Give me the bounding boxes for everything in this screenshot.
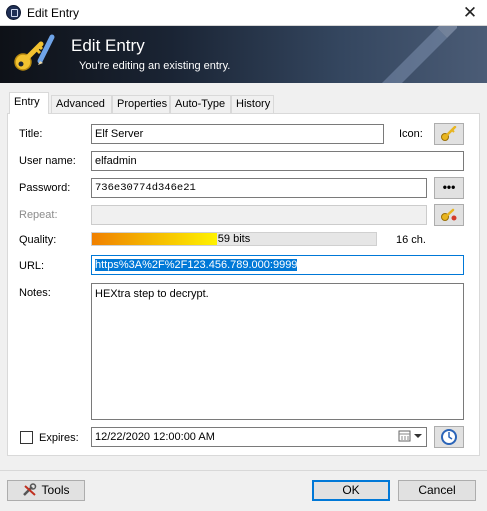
expiry-presets-button[interactable] bbox=[434, 426, 464, 448]
tools-button-label: Tools bbox=[41, 483, 70, 497]
repeat-password-input bbox=[91, 205, 427, 225]
password-length: 16 ch. bbox=[396, 234, 426, 246]
repeat-label: Repeat: bbox=[19, 209, 58, 221]
url-selected-text: https%3A%2F%2F123.456.789.000:9999 bbox=[95, 259, 298, 271]
banner-title: Edit Entry bbox=[71, 36, 145, 55]
ok-button[interactable]: OK bbox=[312, 480, 390, 501]
password-generator-button[interactable] bbox=[434, 204, 464, 226]
key-pencil-icon bbox=[14, 34, 55, 71]
expiry-date-text: 12/22/2020 12:00:00 AM bbox=[95, 431, 215, 443]
expires-checkbox[interactable] bbox=[20, 431, 33, 444]
tab-auto-type[interactable]: Auto-Type bbox=[170, 95, 231, 113]
password-input[interactable]: 736e30774d346e21 bbox=[91, 178, 427, 198]
header-banner: Edit Entry You're editing an existing en… bbox=[0, 26, 487, 83]
calendar-dropdown-icon[interactable] bbox=[397, 428, 423, 446]
tools-icon bbox=[23, 483, 37, 496]
tab-advanced[interactable]: Advanced bbox=[51, 95, 112, 113]
close-icon[interactable]: ✕ bbox=[453, 0, 487, 26]
clock-icon bbox=[441, 429, 457, 445]
footer-separator bbox=[0, 470, 487, 471]
title-input[interactable]: Elf Server bbox=[91, 124, 384, 144]
cancel-button[interactable]: Cancel bbox=[398, 480, 476, 501]
url-label: URL: bbox=[19, 260, 45, 272]
banner-decoration-icon bbox=[382, 26, 457, 83]
title-label: Title: bbox=[19, 128, 43, 140]
banner-subtitle: You're editing an existing entry. bbox=[79, 60, 231, 72]
key-icon bbox=[441, 125, 457, 141]
expiry-date-picker[interactable]: 12/22/2020 12:00:00 AM bbox=[91, 427, 427, 447]
url-input[interactable]: https%3A%2F%2F123.456.789.000:9999 bbox=[91, 255, 464, 275]
tab-properties[interactable]: Properties bbox=[112, 95, 170, 113]
quality-bits-text: 59 bits bbox=[217, 233, 251, 245]
window-title: Edit Entry bbox=[27, 6, 80, 20]
entry-icon-button[interactable] bbox=[434, 123, 464, 145]
expires-label: Expires: bbox=[39, 432, 79, 444]
quality-label: Quality: bbox=[19, 234, 57, 246]
keepass-lock-icon bbox=[6, 5, 21, 20]
username-label: User name: bbox=[19, 155, 76, 167]
password-quality-bar: 59 bits bbox=[91, 232, 377, 246]
tab-history[interactable]: History bbox=[231, 95, 274, 113]
icon-label: Icon: bbox=[399, 128, 423, 140]
tools-button[interactable]: Tools bbox=[7, 480, 85, 501]
username-input[interactable]: elfadmin bbox=[91, 151, 464, 171]
tab-entry[interactable]: Entry bbox=[9, 92, 49, 114]
password-label: Password: bbox=[19, 182, 71, 194]
notes-textarea[interactable]: HEXtra step to decrypt. bbox=[91, 283, 464, 420]
notes-label: Notes: bbox=[19, 287, 51, 299]
window-titlebar: Edit Entry ✕ bbox=[0, 0, 487, 26]
show-password-button[interactable]: ••• bbox=[434, 177, 464, 199]
key-generator-icon bbox=[441, 208, 457, 221]
